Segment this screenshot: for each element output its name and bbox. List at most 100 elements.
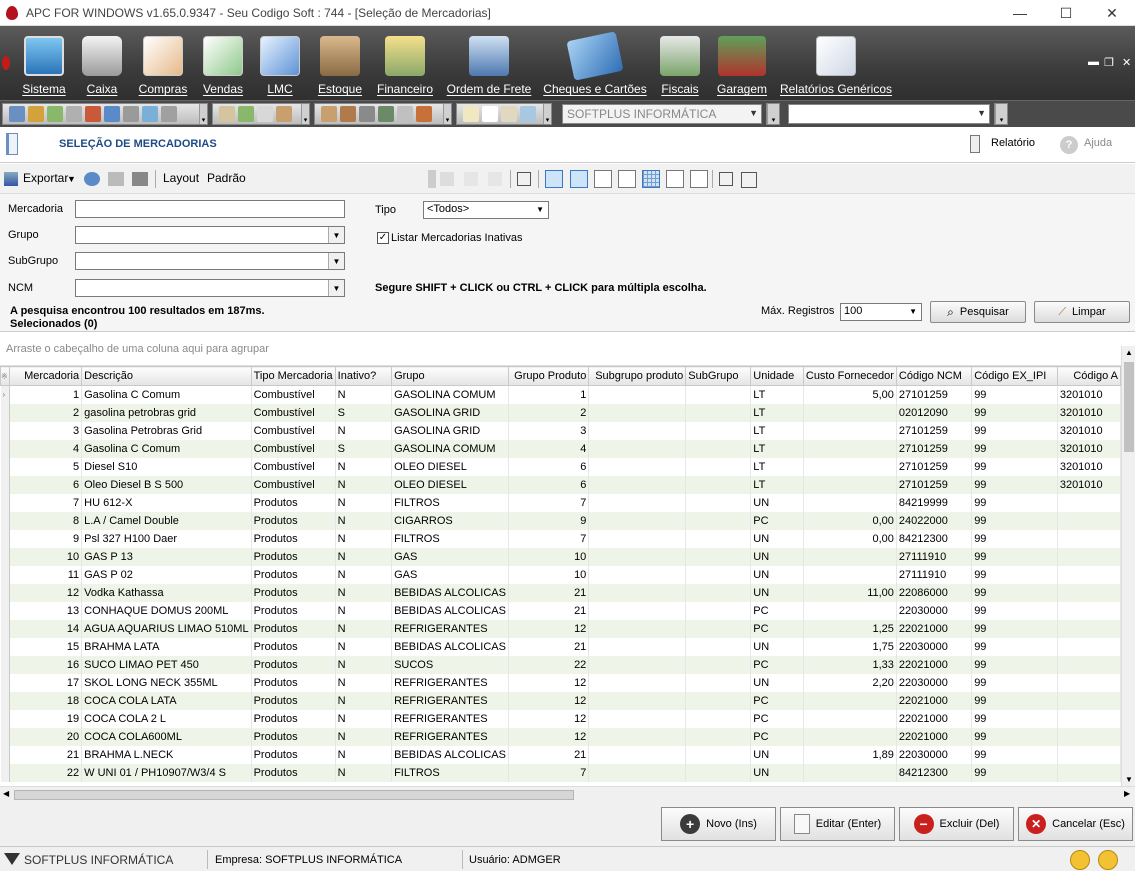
table-cell[interactable] xyxy=(803,547,897,566)
layout-label[interactable]: Layout xyxy=(163,171,199,185)
happy-face-icon[interactable] xyxy=(1070,850,1090,870)
menu-compras[interactable]: Compras xyxy=(136,26,190,100)
table-cell[interactable]: 7 xyxy=(508,763,590,782)
toolbar-grip[interactable]: ▾ xyxy=(301,104,309,124)
table-cell[interactable]: 99 xyxy=(971,619,1058,638)
table-cell[interactable]: 22 xyxy=(508,655,590,674)
table-cell[interactable]: N xyxy=(335,619,393,638)
table-cell[interactable] xyxy=(588,745,687,764)
menu-cheques-e-cartoes[interactable]: Cheques e Cartões xyxy=(543,26,647,100)
table-cell[interactable]: UN xyxy=(750,745,804,764)
table-cell[interactable]: 12 xyxy=(508,619,590,638)
table-cell[interactable]: 6 xyxy=(508,475,590,494)
tool-icon[interactable] xyxy=(276,106,292,122)
table-cell[interactable]: Combustível xyxy=(251,439,336,458)
column-header[interactable]: Subgrupo produto xyxy=(588,366,687,386)
minimize-button[interactable]: — xyxy=(997,0,1043,26)
table-cell[interactable] xyxy=(803,691,897,710)
help-link[interactable]: Ajuda xyxy=(1084,137,1112,149)
toolbar-grip-small[interactable]: ▾ xyxy=(994,103,1008,125)
indicator-icon[interactable] xyxy=(690,170,708,188)
table-cell[interactable]: 6 xyxy=(508,457,590,476)
table-cell[interactable]: Produtos xyxy=(251,763,336,782)
row-indicator[interactable] xyxy=(0,601,11,620)
table-row[interactable]: 17 SKOL LONG NECK 355ML Produtos N REFRIGERA… xyxy=(0,673,1121,692)
table-cell[interactable]: 21 xyxy=(508,745,590,764)
row-indicator[interactable] xyxy=(0,691,11,710)
table-cell[interactable]: 2 xyxy=(9,403,83,422)
table-cell[interactable]: 22 xyxy=(9,763,83,782)
table-cell[interactable] xyxy=(1057,511,1121,530)
table-cell[interactable]: 99 xyxy=(971,709,1058,728)
table-cell[interactable]: OLEO DIESEL xyxy=(391,457,509,476)
table-cell[interactable]: Combustível xyxy=(251,475,336,494)
table-cell[interactable]: COCA COLA LATA xyxy=(81,691,252,710)
tool-icon[interactable] xyxy=(416,106,432,122)
table-row[interactable]: 13 CONHAQUE DOMUS 200ML Produtos N BEBIDAS A… xyxy=(0,601,1121,620)
table-cell[interactable]: REFRIGERANTES xyxy=(391,673,509,692)
layout-footer-icon[interactable] xyxy=(570,170,588,188)
table-cell[interactable]: 99 xyxy=(971,457,1058,476)
table-cell[interactable]: UN xyxy=(750,583,804,602)
delete-button[interactable]: − Excluir (Del) xyxy=(899,807,1014,841)
table-cell[interactable] xyxy=(588,655,687,674)
cancel-button[interactable]: ✕ Cancelar (Esc) xyxy=(1018,807,1133,841)
table-cell[interactable] xyxy=(685,493,752,512)
table-cell[interactable] xyxy=(685,619,752,638)
table-cell[interactable]: UN xyxy=(750,673,804,692)
table-cell[interactable] xyxy=(803,709,897,728)
table-cell[interactable]: 99 xyxy=(971,727,1058,746)
table-cell[interactable]: BRAHMA LATA xyxy=(81,637,252,656)
table-cell[interactable]: N xyxy=(335,457,393,476)
table-cell[interactable]: SUCOS xyxy=(391,655,509,674)
table-cell[interactable]: 99 xyxy=(971,655,1058,674)
table-cell[interactable]: 99 xyxy=(971,763,1058,782)
tool-icon[interactable] xyxy=(501,106,517,122)
row-indicator[interactable] xyxy=(0,655,11,674)
table-cell[interactable]: 1 xyxy=(508,385,590,404)
table-cell[interactable] xyxy=(803,565,897,584)
row-indicator[interactable] xyxy=(0,529,11,548)
table-cell[interactable]: N xyxy=(335,637,393,656)
table-cell[interactable]: 22021000 xyxy=(896,727,973,746)
table-cell[interactable] xyxy=(685,673,752,692)
table-cell[interactable]: 21 xyxy=(508,601,590,620)
column-header[interactable]: Mercadoria xyxy=(9,366,83,386)
table-cell[interactable] xyxy=(588,529,687,548)
table-row[interactable]: › 1 Gasolina C Comum Combustível N GASOLINA C… xyxy=(0,385,1121,404)
table-cell[interactable]: 27101259 xyxy=(896,475,973,494)
table-cell[interactable]: 02012090 xyxy=(896,403,973,422)
tool-icon[interactable] xyxy=(397,106,413,122)
table-cell[interactable]: Gasolina Petrobras Grid xyxy=(81,421,252,440)
table-cell[interactable] xyxy=(1057,637,1121,656)
table-cell[interactable] xyxy=(685,439,752,458)
close-button[interactable]: ✕ xyxy=(1089,0,1135,26)
tool-icon[interactable] xyxy=(47,106,63,122)
table-cell[interactable]: CIGARROS xyxy=(391,511,509,530)
export-button[interactable]: Exportar xyxy=(23,171,68,185)
horizontal-scrollbar[interactable]: ◀ ▶ xyxy=(0,786,1135,802)
table-cell[interactable]: SKOL LONG NECK 355ML xyxy=(81,673,252,692)
row-indicator[interactable] xyxy=(0,493,11,512)
table-cell[interactable] xyxy=(803,403,897,422)
table-cell[interactable]: OLEO DIESEL xyxy=(391,475,509,494)
table-cell[interactable]: 19 xyxy=(9,709,83,728)
table-cell[interactable]: 3201010 xyxy=(1057,385,1121,404)
table-cell[interactable]: 99 xyxy=(971,547,1058,566)
table-cell[interactable]: BEBIDAS ALCOLICAS xyxy=(391,745,509,764)
expand-icon[interactable] xyxy=(719,172,733,186)
table-row[interactable]: 11 GAS P 02 Produtos N GAS 10 UN 27111910 99 xyxy=(0,565,1121,584)
table-cell[interactable]: Gasolina C Comum xyxy=(81,385,252,404)
table-cell[interactable]: 3201010 xyxy=(1057,421,1121,440)
table-cell[interactable]: 17 xyxy=(9,673,83,692)
table-cell[interactable]: 13 xyxy=(9,601,83,620)
table-cell[interactable]: N xyxy=(335,763,393,782)
table-cell[interactable]: Psl 327 H100 Daer xyxy=(81,529,252,548)
table-cell[interactable] xyxy=(1057,709,1121,728)
table-cell[interactable]: Diesel S10 xyxy=(81,457,252,476)
table-cell[interactable] xyxy=(685,547,752,566)
menu-ordem-de-frete[interactable]: Ordem de Frete xyxy=(446,26,532,100)
table-cell[interactable]: Vodka Kathassa xyxy=(81,583,252,602)
table-cell[interactable] xyxy=(1057,565,1121,584)
table-cell[interactable]: S xyxy=(335,439,393,458)
